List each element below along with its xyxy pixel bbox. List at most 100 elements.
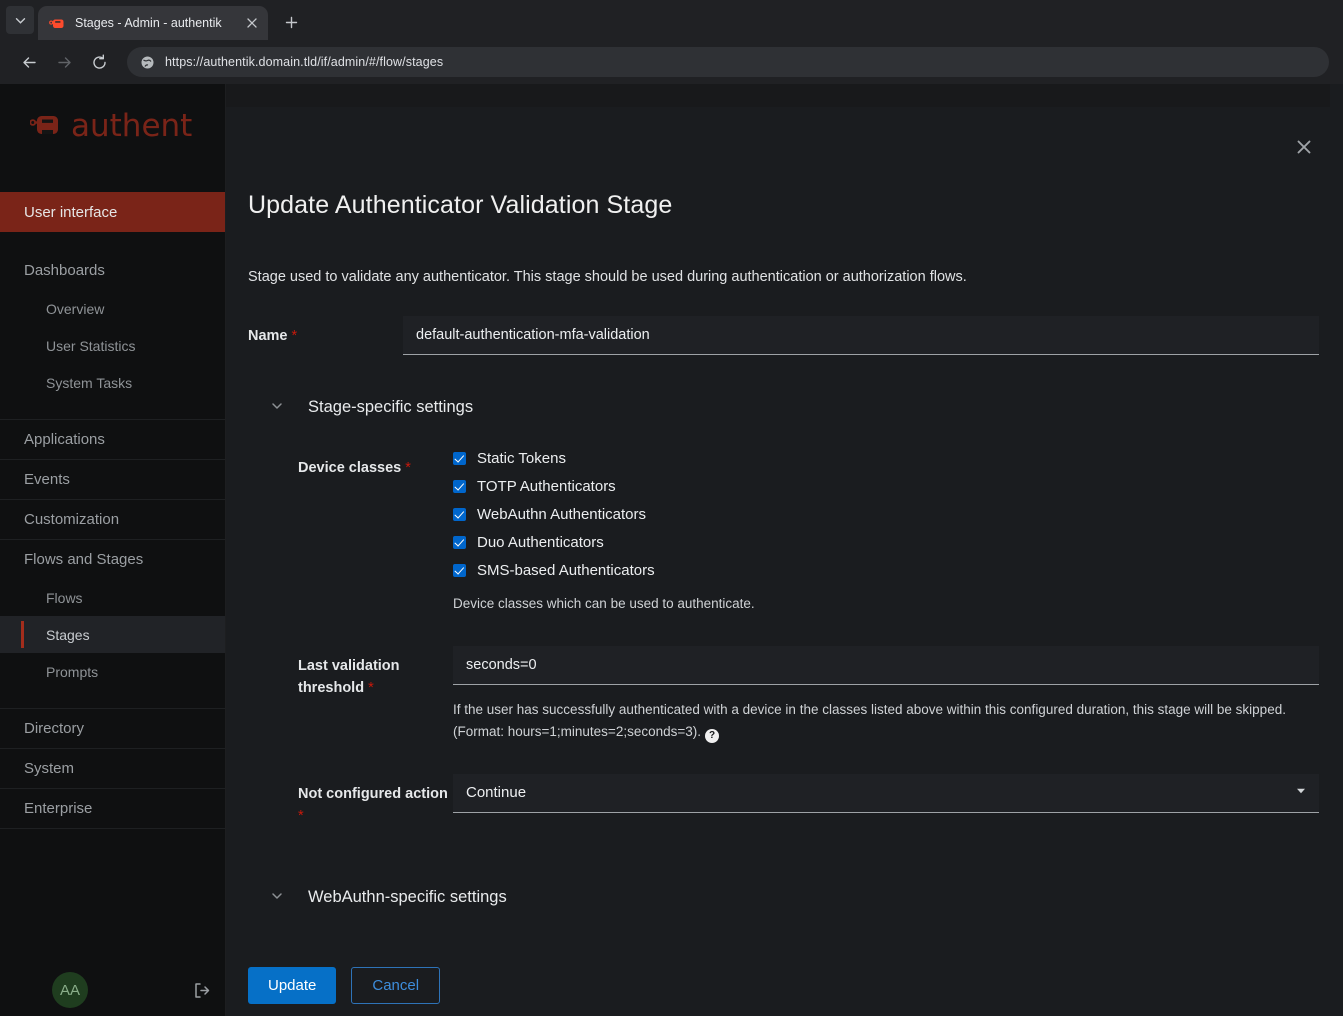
cancel-button[interactable]: Cancel (351, 966, 441, 1004)
nav-divider (0, 828, 225, 829)
sidebar-item-system-tasks[interactable]: System Tasks (0, 364, 225, 401)
chevron-down-icon[interactable] (1296, 787, 1306, 798)
avatar-initials: AA (59, 981, 80, 999)
sidebar-item-flows[interactable]: Flows (0, 579, 225, 616)
checkbox-icon[interactable] (453, 536, 466, 549)
update-stage-modal: Update Authenticator Validation Stage St… (226, 107, 1343, 1016)
page-area: authent User interface Dashboards Overvi… (0, 84, 1343, 1016)
sidebar-item-label: System (24, 760, 75, 777)
sidebar-item-label: Dashboards (24, 261, 105, 279)
section-webauthn-specific-settings[interactable]: WebAuthn-specific settings (248, 888, 1319, 907)
checkbox-sms-based-authenticators[interactable]: SMS-based Authenticators (453, 562, 1319, 579)
required-marker: * (368, 680, 374, 697)
sidebar-item-applications[interactable]: Applications (0, 419, 225, 459)
modal-body: Update Authenticator Validation Stage St… (226, 107, 1343, 954)
sidebar-item-label: Customization (24, 511, 120, 528)
sidebar: authent User interface Dashboards Overvi… (0, 84, 226, 1016)
sidebar-item-events[interactable]: Events (0, 459, 225, 499)
last-validation-threshold-label-text: Last validation threshold (298, 657, 400, 697)
help-icon[interactable]: ? (705, 728, 719, 743)
not-configured-action-row: Not configured action * Continue (298, 773, 1319, 828)
reload-icon[interactable] (84, 47, 114, 77)
sidebar-item-dashboards[interactable]: Dashboards (0, 250, 225, 290)
plus-icon[interactable] (277, 8, 305, 36)
browser-toolbar: https://authentik.domain.tld/if/admin/#/… (0, 40, 1343, 84)
sidebar-item-overview[interactable]: Overview (0, 290, 225, 327)
brand-logo[interactable]: authent (0, 84, 225, 168)
sidebar-item-label: Overview (46, 300, 105, 317)
sidebar-item-label: Flows and Stages (24, 551, 144, 568)
checkbox-label: SMS-based Authenticators (477, 562, 655, 579)
chevron-down-icon[interactable] (271, 890, 283, 905)
sidebar-item-prompts[interactable]: Prompts (0, 653, 225, 690)
tab-strip: Stages - Admin - authentik (0, 0, 1343, 40)
sidebar-item-system[interactable]: System (0, 748, 225, 788)
modal-footer: Update Cancel (226, 954, 1343, 1016)
tab-title: Stages - Admin - authentik (75, 16, 222, 30)
name-row: Name * (248, 316, 1319, 355)
sidebar-footer: AA (0, 964, 225, 1016)
sidebar-nav: User interface Dashboards Overview User … (0, 168, 225, 829)
device-classes-list: Static Tokens TOTP Authenticators WebAut… (453, 448, 1319, 579)
chevron-down-icon[interactable] (271, 400, 283, 415)
page-title: Update Authenticator Validation Stage (248, 191, 673, 219)
url-text: https://authentik.domain.tld/if/admin/#/… (165, 55, 444, 69)
sidebar-item-user-interface[interactable]: User interface (0, 192, 225, 232)
sidebar-item-label: Flows (46, 589, 83, 606)
device-classes-control: Static Tokens TOTP Authenticators WebAut… (453, 448, 1319, 615)
not-configured-action-control: Continue (453, 773, 1319, 828)
chevron-down-icon[interactable] (6, 6, 34, 34)
checkbox-totp-authenticators[interactable]: TOTP Authenticators (453, 478, 1319, 495)
checkbox-label: WebAuthn Authenticators (477, 506, 646, 523)
last-validation-threshold-input[interactable] (453, 645, 1319, 685)
sidebar-item-label: Enterprise (24, 800, 93, 817)
sidebar-item-label: User interface (24, 203, 118, 221)
name-label: Name * (248, 316, 403, 355)
sidebar-item-label: Stages (46, 626, 90, 643)
checkbox-static-tokens[interactable]: Static Tokens (453, 450, 1319, 467)
sidebar-item-label: Applications (24, 431, 105, 448)
not-configured-action-select[interactable]: Continue (453, 773, 1319, 813)
name-input[interactable] (403, 316, 1319, 355)
arrow-left-icon[interactable] (14, 47, 44, 77)
arrow-right-icon (49, 47, 79, 77)
brand-text: authent (71, 108, 193, 144)
checkbox-icon[interactable] (453, 508, 466, 521)
checkbox-duo-authenticators[interactable]: Duo Authenticators (453, 534, 1319, 551)
not-configured-action-label: Not configured action * (298, 774, 453, 828)
update-button[interactable]: Update (248, 966, 337, 1004)
browser-tab[interactable]: Stages - Admin - authentik (38, 6, 268, 40)
required-marker: * (291, 328, 298, 344)
globe-icon (140, 55, 155, 70)
checkbox-label: Duo Authenticators (477, 534, 604, 551)
section-title: WebAuthn-specific settings (308, 887, 507, 906)
name-label-text: Name (248, 328, 288, 344)
modal-description: Stage used to validate any authenticator… (248, 269, 967, 285)
checkbox-icon[interactable] (453, 452, 466, 465)
sidebar-item-enterprise[interactable]: Enterprise (0, 788, 225, 828)
last-validation-threshold-helper: If the user has successfully authenticat… (453, 699, 1319, 743)
avatar[interactable]: AA (52, 972, 88, 1008)
address-bar[interactable]: https://authentik.domain.tld/if/admin/#/… (127, 47, 1329, 77)
device-classes-label: Device classes * (298, 448, 453, 615)
logout-icon[interactable] (190, 979, 212, 1001)
sidebar-item-directory[interactable]: Directory (0, 708, 225, 748)
section-stage-specific-settings[interactable]: Stage-specific settings (248, 398, 1319, 417)
last-validation-threshold-control: If the user has successfully authenticat… (453, 645, 1319, 743)
browser-chrome: Stages - Admin - authentik https://authe… (0, 0, 1343, 84)
stage-specific-body: Device classes * Static Tokens TOTP Authe… (248, 448, 1319, 828)
sidebar-item-stages[interactable]: Stages (0, 616, 225, 653)
sidebar-item-user-statistics[interactable]: User Statistics (0, 327, 225, 364)
close-icon[interactable] (243, 15, 260, 32)
checkbox-webauthn-authenticators[interactable]: WebAuthn Authenticators (453, 506, 1319, 523)
sidebar-item-label: Directory (24, 720, 85, 737)
checkbox-icon[interactable] (453, 480, 466, 493)
last-validation-threshold-label: Last validation threshold * (298, 646, 453, 743)
checkbox-icon[interactable] (453, 564, 466, 577)
sidebar-item-flows-and-stages[interactable]: Flows and Stages (0, 539, 225, 579)
sidebar-item-customization[interactable]: Customization (0, 499, 225, 539)
authentik-logo-icon (29, 111, 64, 141)
